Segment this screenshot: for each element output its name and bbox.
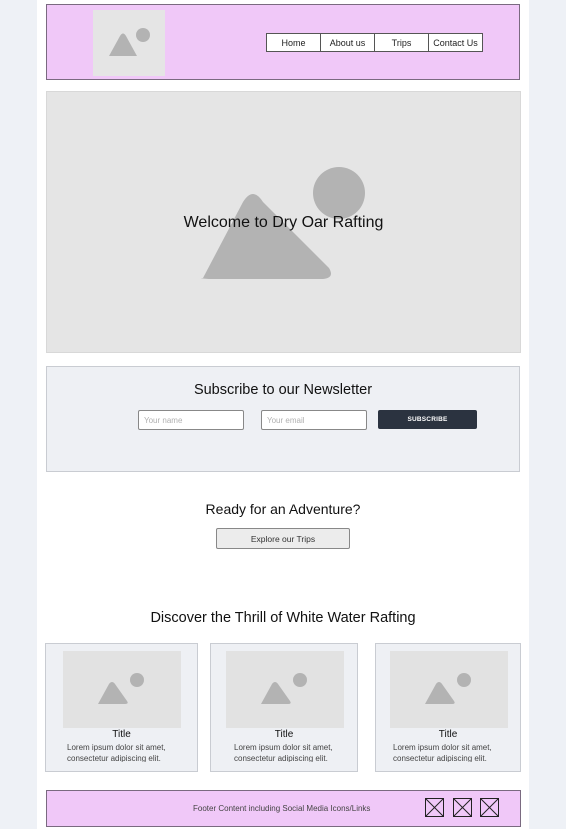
nav-home[interactable]: Home xyxy=(266,33,321,52)
card-image-placeholder xyxy=(390,651,508,728)
name-input[interactable] xyxy=(138,410,244,430)
card-title: Title xyxy=(112,729,131,740)
image-placeholder-icon xyxy=(425,673,471,704)
main-nav: Home About us Trips Contact Us xyxy=(266,33,483,52)
explore-trips-button[interactable]: Explore our Trips xyxy=(216,528,350,549)
newsletter-section: Subscribe to our Newsletter SUBSCRIBE xyxy=(46,366,520,472)
image-placeholder-icon xyxy=(109,28,150,56)
card-text: Lorem ipsum dolor sit amet, consectetur … xyxy=(393,743,492,762)
site-footer: Footer Content including Social Media Ic… xyxy=(46,790,521,827)
feature-card[interactable]: Title Lorem ipsum dolor sit amet, consec… xyxy=(45,643,198,772)
card-title: Title xyxy=(274,729,294,740)
hero-banner: Welcome to Dry Oar Rafting xyxy=(46,91,521,353)
hero-title: Welcome to Dry Oar Rafting xyxy=(183,214,384,231)
newsletter-title: Subscribe to our Newsletter xyxy=(193,382,373,398)
social-icon-placeholder[interactable] xyxy=(480,798,499,817)
cta-title: Ready for an Adventure? xyxy=(205,501,361,517)
card-image-placeholder xyxy=(63,651,181,728)
footer-text: Footer Content including Social Media Ic… xyxy=(193,804,371,813)
nav-trips[interactable]: Trips xyxy=(374,33,429,52)
card-text: Lorem ipsum dolor sit amet, consectetur … xyxy=(234,743,333,762)
subscribe-button[interactable]: SUBSCRIBE xyxy=(378,410,477,429)
nav-about-us[interactable]: About us xyxy=(320,33,375,52)
feature-card[interactable]: Title Lorem ipsum dolor sit amet, consec… xyxy=(210,643,358,772)
feature-card[interactable]: Title Lorem ipsum dolor sit amet, consec… xyxy=(375,643,521,772)
image-placeholder-icon xyxy=(261,673,307,704)
social-icon-placeholder[interactable] xyxy=(425,798,444,817)
card-text: Lorem ipsum dolor sit amet, consectetur … xyxy=(67,743,166,762)
email-input[interactable] xyxy=(261,410,367,430)
social-icon-placeholder[interactable] xyxy=(453,798,472,817)
site-header: Home About us Trips Contact Us xyxy=(46,4,520,80)
logo-placeholder[interactable] xyxy=(93,10,165,76)
card-image-placeholder xyxy=(226,651,344,728)
card-title: Title xyxy=(438,729,458,740)
image-placeholder-icon xyxy=(98,673,144,704)
nav-contact-us[interactable]: Contact Us xyxy=(428,33,483,52)
features-title: Discover the Thrill of White Water Rafti… xyxy=(150,610,416,626)
